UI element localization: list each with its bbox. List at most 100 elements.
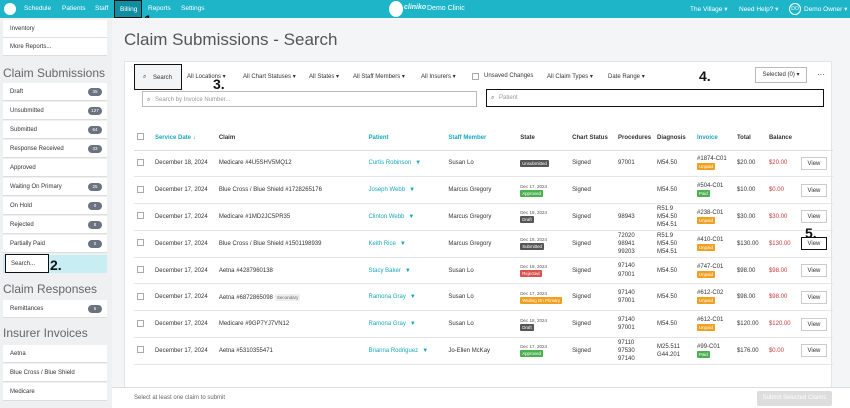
location-dropdown[interactable]: The Village ▾ <box>690 5 727 13</box>
sidebar-item-aetna[interactable]: Aetna <box>3 345 107 363</box>
more-menu-icon[interactable]: ··· <box>817 70 825 79</box>
view-button[interactable]: View <box>800 344 827 358</box>
invoice-link[interactable]: #747-C01 <box>697 264 731 270</box>
filter-icon[interactable]: ▼ <box>422 348 428 354</box>
app-logo[interactable] <box>4 3 16 15</box>
col-patient[interactable]: Patient <box>365 126 446 151</box>
selected-dropdown[interactable]: Selected (0) ▾ <box>755 67 807 83</box>
row-checkbox[interactable] <box>137 266 144 274</box>
sidebar-item-approved[interactable]: Approved <box>3 159 107 177</box>
search-button[interactable]: ⌕ Search <box>134 64 182 90</box>
row-select-cell[interactable] <box>134 310 152 339</box>
invoice-link[interactable]: #612-C02 <box>697 290 731 296</box>
nav-schedule[interactable]: Schedule <box>24 5 51 12</box>
row-select-cell[interactable] <box>134 230 152 258</box>
sidebar-item-remittances[interactable]: Remittances 6 <box>3 300 107 318</box>
row-select-cell[interactable] <box>134 283 152 312</box>
filter-states[interactable]: All States ▾ <box>309 73 339 80</box>
nav-billing[interactable]: Billing <box>114 0 142 18</box>
patient-link[interactable]: Brianna Rodriguez <box>368 348 418 354</box>
insurer-invoices-heading: Insurer Invoices <box>3 326 88 340</box>
patient-link[interactable]: Joseph Webb <box>368 187 405 193</box>
row-select-cell[interactable] <box>134 337 152 365</box>
col-invoice[interactable]: Invoice <box>694 126 734 151</box>
row-select-cell[interactable] <box>134 257 152 285</box>
invoice-link[interactable]: #410-C01 <box>697 237 731 243</box>
table-row: December 17, 2024 Aetna #6872865098 Second… <box>134 283 833 312</box>
invoice-link[interactable]: #612-C01 <box>697 317 731 323</box>
patient-link[interactable]: Keith Rice <box>368 241 395 247</box>
sidebar-item-waiting-on-primary[interactable]: Waiting On Primary 25 <box>3 178 107 196</box>
sidebar-item-medicare[interactable]: Medicare <box>3 383 107 401</box>
row-select-cell[interactable] <box>134 176 152 205</box>
state-cell: Dec 18, 2024 Draft <box>517 310 570 339</box>
sidebar-item-rejected[interactable]: Rejected 8 <box>3 216 107 234</box>
filter-claim-types[interactable]: All Claim Types ▾ <box>547 73 593 80</box>
filter-icon[interactable]: ▼ <box>410 321 416 327</box>
sidebar-item-bcbs[interactable]: Blue Cross / Blue Shield <box>3 364 107 382</box>
filter-icon[interactable]: ▼ <box>409 187 415 193</box>
invoice-link[interactable]: #1874-C01 <box>697 156 731 162</box>
view-button[interactable]: View <box>800 156 827 170</box>
filter-chart-statuses[interactable]: All Chart Statuses ▾ <box>243 73 296 80</box>
view-button[interactable]: View <box>800 183 827 197</box>
sidebar-item-submitted[interactable]: Submitted 64 <box>3 121 107 139</box>
filter-date-range[interactable]: Date Range ▾ <box>608 73 645 80</box>
balance-cell: $30.00 <box>765 203 798 231</box>
unsaved-changes-checkbox[interactable] <box>472 73 479 82</box>
patient-link[interactable]: Curtis Robinson <box>368 160 411 166</box>
invoice-link[interactable]: #238-C01 <box>697 210 731 216</box>
patient-link[interactable]: Clinton Webb <box>368 214 404 220</box>
row-checkbox[interactable] <box>137 292 144 300</box>
filter-icon[interactable]: ▼ <box>405 268 411 274</box>
chart-status-cell: Signed <box>569 283 616 312</box>
invoice-link[interactable]: #504-C01 <box>697 183 731 189</box>
row-checkbox[interactable] <box>137 239 144 247</box>
row-select-cell[interactable] <box>134 150 152 178</box>
invoice-search-input[interactable]: ⌕ Search by Invoice Number... <box>142 91 477 107</box>
patient-link[interactable]: Ramona Gray <box>368 294 405 300</box>
row-checkbox[interactable] <box>137 319 144 327</box>
sidebar-item-on-hold[interactable]: On Hold 0 <box>3 197 107 215</box>
patient-link[interactable]: Stacy Baker <box>368 268 400 274</box>
row-checkbox[interactable] <box>137 158 144 166</box>
select-all-checkbox[interactable] <box>137 133 144 141</box>
sidebar-item-partially-paid[interactable]: Partially Paid 0 <box>3 235 107 253</box>
col-staff-member[interactable]: Staff Member <box>445 126 518 151</box>
row-select-cell[interactable] <box>134 203 152 231</box>
view-button[interactable]: View <box>800 264 827 278</box>
patient-link[interactable]: Ramona Gray <box>368 321 405 327</box>
sidebar-item-unsubmitted[interactable]: Unsubmitted 127 <box>3 102 107 120</box>
select-all-cell[interactable] <box>134 126 152 151</box>
filter-icon[interactable]: ▼ <box>400 241 406 247</box>
sidebar-item-response-received[interactable]: Response Received 33 <box>3 140 107 158</box>
filter-insurers[interactable]: All Insurers ▾ <box>421 73 456 80</box>
checkbox[interactable] <box>472 73 479 80</box>
row-checkbox[interactable] <box>137 185 144 193</box>
filter-icon[interactable]: ▼ <box>415 160 421 166</box>
view-button[interactable]: View <box>800 317 827 331</box>
view-button[interactable]: View <box>800 290 827 304</box>
filter-icon[interactable]: ▼ <box>408 214 414 220</box>
nav-reports[interactable]: Reports <box>148 5 171 12</box>
sidebar-item-inventory[interactable]: Inventory <box>3 20 107 38</box>
sidebar-item-draft[interactable]: Draft 35 <box>3 83 107 101</box>
submit-selected-claims-button[interactable]: Submit Selected Claims <box>757 391 832 406</box>
filter-staff-members[interactable]: All Staff Members ▾ <box>353 73 405 80</box>
invoice-cell: #99-C01 Paid <box>694 337 734 365</box>
avatar[interactable]: DO <box>789 3 801 15</box>
diagnosis-cell: R51.9 M54.50 M54.51 <box>654 230 695 258</box>
user-menu[interactable]: Demo Owner ▾ <box>804 5 847 13</box>
sidebar-item-more-reports[interactable]: More Reports... <box>3 38 107 56</box>
filter-icon[interactable]: ▼ <box>410 294 416 300</box>
row-checkbox[interactable] <box>137 212 144 220</box>
invoice-link[interactable]: #99-C01 <box>697 344 731 350</box>
help-dropdown[interactable]: Need Help? ▾ <box>739 5 778 13</box>
patient-search-input[interactable]: ⌕ Patient <box>486 89 824 107</box>
view-button[interactable]: View <box>800 210 827 224</box>
nav-patients[interactable]: Patients <box>62 5 86 12</box>
col-service-date[interactable]: Service Date ↓ <box>151 126 216 151</box>
row-checkbox[interactable] <box>137 346 144 354</box>
nav-staff[interactable]: Staff <box>95 5 108 12</box>
nav-settings[interactable]: Settings <box>181 5 205 12</box>
